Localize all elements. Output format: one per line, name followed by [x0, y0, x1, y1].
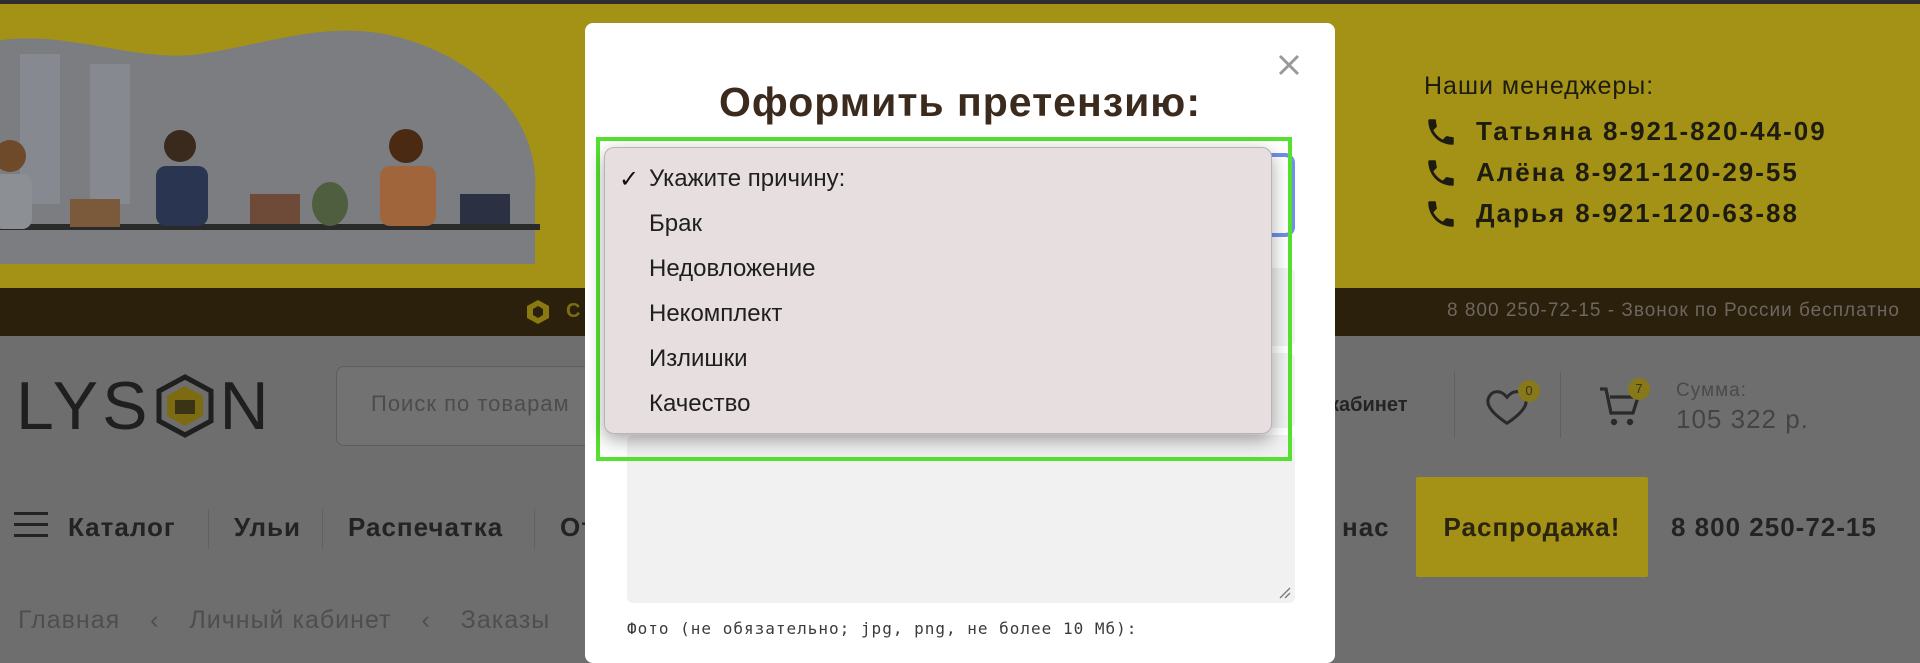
cart-sum-value[interactable]: 105 322 р.: [1676, 404, 1809, 435]
manager-row[interactable]: Дарья 8-921-120-63-88: [1424, 193, 1827, 234]
manager-text: Алёна 8-921-120-29-55: [1476, 157, 1799, 187]
dropdown-option[interactable]: Недовложение: [649, 255, 815, 283]
cart-sum-label: Сумма:: [1676, 380, 1747, 401]
nav-item-uncapping[interactable]: Распечатка: [348, 512, 503, 543]
account-link[interactable]: кабинет: [1329, 394, 1408, 417]
cart-badge: 7: [1628, 378, 1650, 400]
menu-icon[interactable]: [14, 510, 48, 540]
manager-text: Татьяна 8-921-820-44-09: [1476, 116, 1827, 146]
breadcrumb-item[interactable]: Заказы: [461, 606, 551, 634]
logo-hexagon-icon: [156, 374, 214, 438]
manager-row[interactable]: Алёна 8-921-120-29-55: [1424, 152, 1827, 193]
search-placeholder: Поиск по товарам: [371, 391, 570, 416]
manager-row[interactable]: Татьяна 8-921-820-44-09: [1424, 111, 1827, 152]
breadcrumb-item[interactable]: Главная: [18, 606, 120, 634]
header-divider: [1560, 372, 1561, 438]
dropdown-option[interactable]: Качество: [649, 390, 750, 418]
breadcrumb-separator: ‹: [150, 606, 160, 634]
call-center-illustration: [0, 30, 540, 264]
managers-title: Наши менеджеры:: [1424, 72, 1655, 100]
checkmark-icon: ✓: [619, 166, 640, 193]
dropdown-option[interactable]: Излишки: [649, 345, 748, 373]
breadcrumb-item[interactable]: Личный кабинет: [189, 606, 391, 634]
reason-dropdown-list: ✓ Укажите причину: Брак Недовложение Нек…: [604, 147, 1272, 434]
dropdown-option-placeholder[interactable]: Укажите причину:: [649, 165, 845, 193]
phone-icon: [1428, 159, 1454, 186]
dropdown-option[interactable]: Некомплект: [649, 300, 782, 328]
wishlist-badge: 0: [1518, 380, 1540, 402]
info-bar-text: С: [566, 300, 581, 322]
breadcrumb-separator: ‹: [421, 606, 431, 634]
logo-text-left: LYS: [16, 368, 152, 444]
breadcrumb: Главная ‹ Личный кабинет ‹ Заказы: [18, 606, 572, 635]
phone-icon: [1428, 118, 1454, 145]
managers-block: Наши менеджеры: Татьяна 8-921-820-44-09 …: [1424, 72, 1827, 234]
nav-separator: [534, 509, 535, 549]
nav-separator: [322, 509, 323, 549]
resize-handle-icon[interactable]: [1277, 585, 1291, 599]
header-divider: [1454, 372, 1455, 438]
nav-catalog[interactable]: Каталог: [68, 512, 176, 543]
manager-text: Дарья 8-921-120-63-88: [1476, 198, 1799, 228]
site-logo[interactable]: LYS N: [16, 368, 273, 444]
free-call-phone[interactable]: 8 800 250-72-15 - Звонок по России беспл…: [1447, 300, 1900, 322]
nav-phone[interactable]: 8 800 250-72-15: [1671, 512, 1877, 543]
nav-item-hives[interactable]: Ульи: [234, 512, 301, 543]
phone-icon: [1428, 200, 1454, 227]
hexagon-icon: [527, 300, 549, 324]
photo-label: Фото (не обязательно; jpg, png, не более…: [627, 619, 1138, 638]
dropdown-option[interactable]: Брак: [649, 210, 702, 238]
modal-title: Оформить претензию:: [719, 79, 1201, 125]
nav-separator: [208, 509, 209, 549]
logo-text-right: N: [219, 368, 273, 444]
nav-item-about[interactable]: нас: [1342, 512, 1390, 543]
page: Наши менеджеры: Татьяна 8-921-820-44-09 …: [0, 0, 1920, 663]
close-icon[interactable]: [1271, 47, 1307, 83]
sale-button[interactable]: Распродажа!: [1416, 477, 1648, 577]
